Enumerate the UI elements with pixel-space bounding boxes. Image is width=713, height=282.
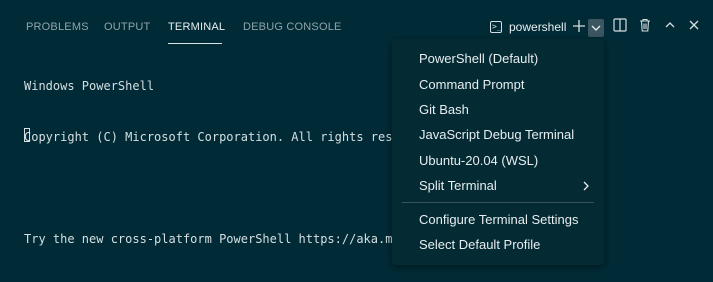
- terminal-line: Try the new cross-platform PowerShell ht…: [24, 232, 407, 246]
- split-icon: [613, 18, 627, 32]
- menu-item-command-prompt[interactable]: Command Prompt: [392, 74, 604, 96]
- terminal-line: Copyright (C) Microsoft Corporation. All…: [24, 130, 407, 144]
- terminal-panel: PROBLEMS OUTPUT TERMINAL DEBUG CONSOLE >…: [0, 0, 713, 269]
- terminal-icon: >_: [490, 21, 502, 33]
- tab-terminal[interactable]: TERMINAL: [168, 20, 225, 34]
- chevron-right-icon: [581, 175, 591, 204]
- menu-item-split-terminal-label: Split Terminal: [419, 178, 497, 193]
- menu-item-git-bash[interactable]: Git Bash: [392, 99, 604, 121]
- close-panel-button[interactable]: [685, 18, 703, 36]
- split-terminal-button[interactable]: [611, 18, 629, 36]
- tab-debug-console[interactable]: DEBUG CONSOLE: [243, 20, 342, 34]
- launch-profile-menu: PowerShell (Default) Command Prompt Git …: [392, 39, 604, 265]
- chevron-up-icon: [665, 22, 675, 28]
- menu-item-configure-terminal-settings[interactable]: Configure Terminal Settings: [392, 209, 604, 231]
- menu-item-powershell[interactable]: PowerShell (Default): [392, 48, 604, 70]
- menu-item-ubuntu-wsl[interactable]: Ubuntu-20.04 (WSL): [392, 150, 604, 172]
- menu-item-split-terminal[interactable]: Split Terminal: [392, 175, 604, 197]
- tab-output[interactable]: OUTPUT: [104, 20, 150, 34]
- trash-icon: [640, 18, 650, 32]
- kill-terminal-button[interactable]: [636, 18, 654, 36]
- terminal-cursor: [24, 128, 30, 142]
- chevron-down-icon: [591, 25, 601, 31]
- maximize-panel-button[interactable]: [661, 18, 679, 36]
- new-terminal-button[interactable]: [570, 18, 588, 36]
- launch-profile-button[interactable]: [588, 19, 604, 37]
- menu-separator: [402, 202, 594, 203]
- menu-item-javascript-debug-terminal[interactable]: JavaScript Debug Terminal: [392, 124, 604, 146]
- close-icon: [689, 20, 699, 30]
- panel-tab-bar: PROBLEMS OUTPUT TERMINAL DEBUG CONSOLE >…: [0, 0, 713, 46]
- tab-problems[interactable]: PROBLEMS: [26, 20, 89, 34]
- terminal-line: Windows PowerShell: [24, 79, 155, 93]
- plus-icon: [573, 20, 585, 32]
- menu-item-select-default-profile[interactable]: Select Default Profile: [392, 234, 604, 256]
- terminal-name-label[interactable]: powershell: [509, 20, 566, 34]
- terminal-output[interactable]: Windows PowerShell Copyright (C) Microso…: [24, 44, 407, 282]
